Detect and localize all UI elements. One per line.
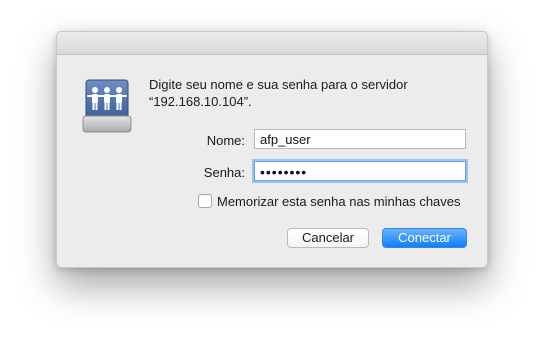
screen: Digite seu nome e sua senha para o servi… [0, 0, 542, 347]
dialog-titlebar [57, 32, 487, 55]
dialog-message: Digite seu nome e sua senha para o servi… [149, 76, 469, 110]
remember-password-row[interactable]: Memorizar esta senha nas minhas chaves [198, 193, 461, 209]
password-field-value: •••••••• [260, 164, 308, 180]
connect-button[interactable]: Conectar [382, 228, 467, 248]
shared-server-icon [82, 79, 132, 133]
password-label: Senha: [203, 165, 245, 180]
remember-password-checkbox[interactable] [198, 194, 212, 208]
remember-password-label[interactable]: Memorizar esta senha nas minhas chaves [217, 194, 461, 209]
name-label: Nome: [206, 133, 245, 148]
server-login-dialog: Digite seu nome e sua senha para o servi… [56, 31, 488, 268]
name-field-value: afp_user [260, 132, 311, 147]
message-line-1: Digite seu nome e sua senha para o servi… [149, 77, 408, 92]
name-field[interactable]: afp_user [254, 129, 466, 149]
cancel-button[interactable]: Cancelar [287, 228, 369, 248]
password-field[interactable]: •••••••• [254, 161, 466, 181]
message-line-2: “192.168.10.104”. [149, 94, 252, 109]
